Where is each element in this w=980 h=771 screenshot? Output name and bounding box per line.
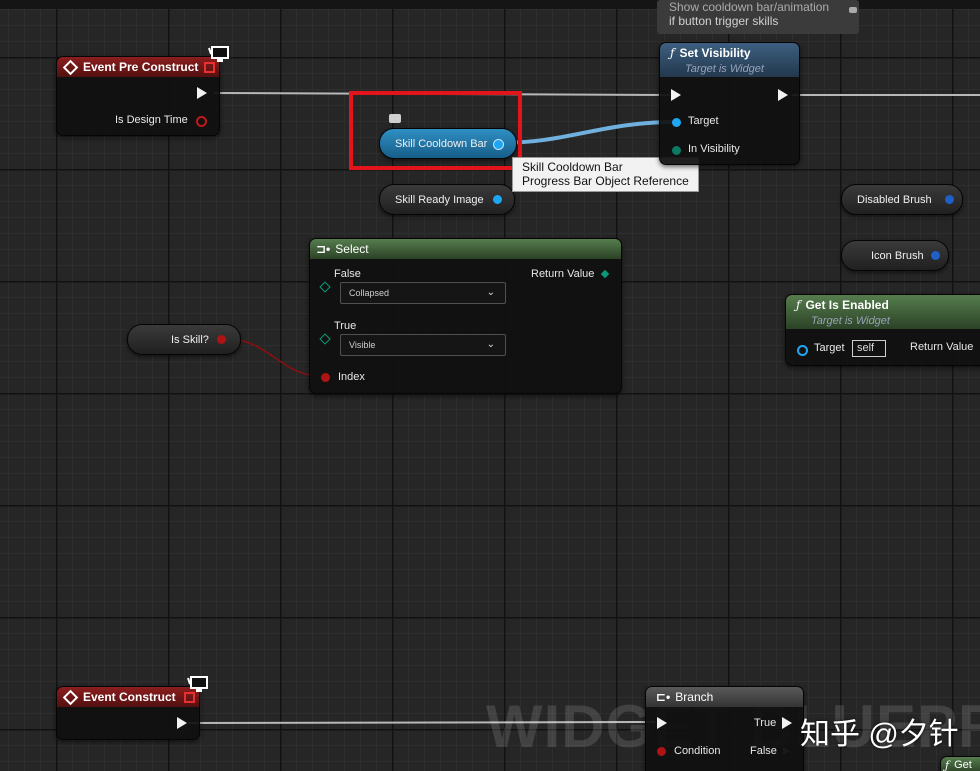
node-title: Set Visibility	[679, 46, 751, 60]
node-header: Event Construct	[57, 687, 199, 707]
exec-in-pin[interactable]	[671, 89, 681, 101]
visibility-in-pin[interactable]	[672, 146, 681, 155]
variable-skill-ready-image[interactable]: Skill Ready Image	[379, 184, 515, 215]
function-icon: ƒ	[796, 298, 801, 312]
branch-node[interactable]: ⊏• Branch True Condition False	[645, 686, 804, 771]
object-out-pin[interactable]	[493, 195, 502, 204]
function-icon: ƒ	[945, 758, 950, 771]
struct-out-pin[interactable]	[945, 195, 954, 204]
variable-skill-cooldown-bar[interactable]: Skill Cooldown Bar	[379, 128, 517, 159]
condition-in-pin[interactable]	[657, 747, 666, 756]
node-header: ⊏• Branch	[646, 687, 803, 707]
node-title: Get Is Enabled	[805, 298, 889, 312]
event-diamond-icon	[62, 689, 79, 705]
node-title: Select	[335, 242, 369, 256]
select-icon: ⊐•	[316, 242, 331, 256]
get-is-enabled-node[interactable]: ƒ Get Is Enabled Target is Widget Target…	[785, 294, 980, 366]
bool-out-pin[interactable]	[217, 335, 226, 344]
event-pre-construct-node[interactable]: Event Pre Construct Is Design Time	[56, 56, 220, 136]
partial-get-node[interactable]: ƒ Get	[940, 756, 980, 771]
pin-label: In Visibility	[688, 143, 740, 155]
node-title: Event Pre Construct	[83, 60, 199, 74]
pin-label: True	[754, 717, 777, 729]
chevron-down-icon: ⌄	[486, 339, 495, 350]
comment-line-1: Show cooldown bar/animation	[669, 0, 830, 14]
pin-label: Target	[688, 115, 719, 127]
exec-in-pin[interactable]	[657, 717, 667, 729]
chevron-down-icon: ⌄	[486, 287, 495, 298]
target-in-pin[interactable]	[797, 345, 808, 356]
return-out-pin[interactable]	[600, 269, 610, 279]
option-in-pin[interactable]	[319, 333, 331, 345]
variable-label: Skill Ready Image	[395, 193, 484, 206]
node-title: Branch	[675, 690, 714, 704]
monitor-icon	[186, 676, 208, 694]
node-title: Event Construct	[83, 690, 176, 704]
object-out-pin[interactable]	[493, 139, 504, 150]
target-self-field[interactable]: self	[852, 340, 886, 357]
node-subtitle: Target is Widget	[685, 63, 764, 75]
comment-bubble-icon[interactable]	[389, 114, 401, 123]
variable-label: Skill Cooldown Bar	[395, 137, 488, 150]
tooltip-line-2: Progress Bar Object Reference	[522, 174, 689, 188]
variable-label: Disabled Brush	[857, 193, 932, 206]
pin-label: True	[334, 320, 357, 332]
node-header: ƒ Get	[941, 757, 980, 771]
select-node[interactable]: ⊐• Select False Collapsed ⌄ True Visible…	[309, 238, 622, 394]
node-subtitle: Target is Widget	[811, 315, 890, 327]
bool-out-pin[interactable]	[196, 116, 207, 127]
false-value-dropdown[interactable]: Collapsed ⌄	[340, 282, 506, 304]
exec-out-pin[interactable]	[177, 717, 187, 729]
event-diamond-icon	[62, 59, 79, 75]
true-exec-out-pin[interactable]	[782, 717, 792, 729]
variable-is-skill[interactable]: Is Skill?	[127, 324, 241, 355]
dropdown-value: Collapsed	[349, 288, 390, 298]
function-icon: ƒ	[670, 46, 675, 60]
exec-out-pin[interactable]	[778, 89, 788, 101]
variable-label: Icon Brush	[871, 249, 924, 262]
exec-out-pin[interactable]	[197, 87, 207, 99]
target-in-pin[interactable]	[672, 118, 681, 127]
pin-label: False	[334, 268, 361, 280]
true-value-dropdown[interactable]: Visible ⌄	[340, 334, 506, 356]
comment-box[interactable]: Show cooldown bar/animation if button tr…	[657, 0, 859, 34]
branch-icon: ⊏•	[656, 690, 671, 704]
monitor-icon	[207, 46, 229, 64]
pin-label: Target	[814, 342, 845, 354]
variable-label: Is Skill?	[171, 333, 209, 346]
dropdown-value: Visible	[349, 340, 376, 350]
pin-label: Index	[338, 371, 365, 383]
false-exec-out-pin[interactable]	[782, 745, 792, 757]
variable-icon-brush[interactable]: Icon Brush	[841, 240, 949, 271]
pin-label: Condition	[674, 745, 721, 757]
set-visibility-node[interactable]: ƒ Set Visibility Target is Widget Target…	[659, 42, 800, 165]
graph-canvas[interactable]: Show cooldown bar/animation if button tr…	[0, 0, 980, 771]
comment-bubble-icon[interactable]	[849, 7, 857, 13]
object-wire	[497, 120, 677, 145]
struct-out-pin[interactable]	[931, 251, 940, 260]
node-header: ⊐• Select	[310, 239, 621, 259]
node-header: Event Pre Construct	[57, 57, 219, 77]
node-title: Get	[954, 759, 972, 771]
variable-disabled-brush[interactable]: Disabled Brush	[841, 184, 963, 215]
pin-label: Return Value	[531, 268, 595, 280]
pin-label: Return Value	[910, 341, 974, 353]
comment-line-2: if button trigger skills	[669, 14, 779, 28]
index-in-pin[interactable]	[321, 373, 330, 382]
brand-watermark: 知乎 @夕针	[800, 718, 959, 751]
event-construct-node[interactable]: Event Construct	[56, 686, 200, 740]
option-in-pin[interactable]	[319, 281, 331, 293]
pin-label: False	[750, 745, 777, 757]
pin-label: Is Design Time	[115, 114, 188, 126]
